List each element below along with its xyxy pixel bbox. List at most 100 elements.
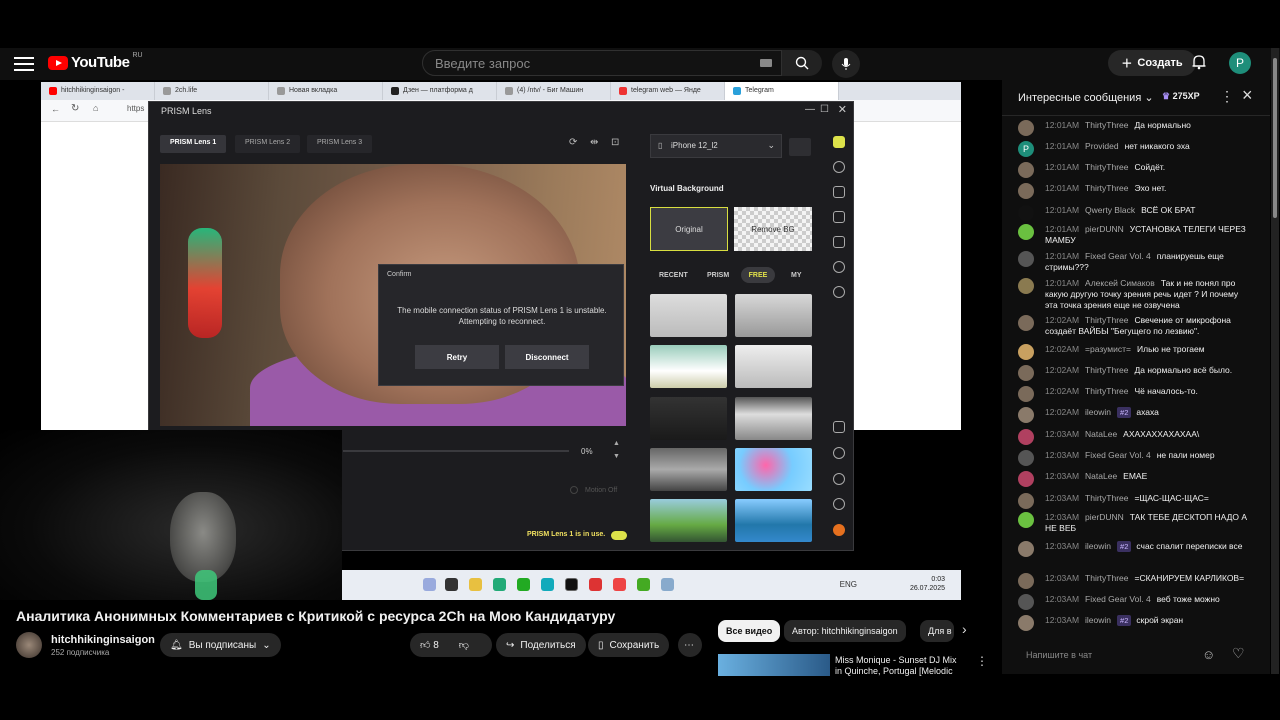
clock[interactable]: 0:03 26.07.2025	[910, 575, 945, 593]
message-author[interactable]: Qwerty Black	[1085, 205, 1135, 215]
voice-search-button[interactable]	[832, 50, 860, 78]
keyboard-icon[interactable]	[760, 59, 772, 67]
heart-icon[interactable]: ♡	[1232, 645, 1245, 662]
bg-remove-option[interactable]: Remove BG	[734, 207, 812, 251]
message-author[interactable]: ThirtyThree	[1085, 162, 1128, 172]
chat-message[interactable]: 12:01AM ThirtyThree Да нормально	[1018, 120, 1250, 136]
chat-message[interactable]: 12:01AM ThirtyThree Эхо нет.	[1018, 183, 1250, 199]
alert-icon[interactable]	[833, 447, 845, 459]
chat-message[interactable]: 12:01AM ThirtyThree Сойдёт.	[1018, 162, 1250, 178]
youtube-logo[interactable]: YouTube RU	[48, 52, 143, 71]
link-icon[interactable]	[833, 421, 845, 433]
edge-icon[interactable]	[541, 578, 554, 591]
chrome-icon[interactable]	[613, 578, 626, 591]
language-indicator[interactable]: ENG	[840, 580, 857, 589]
focus-icon[interactable]: ⊡	[611, 137, 619, 148]
close-button[interactable]: ✕	[838, 103, 847, 116]
browser-tab[interactable]: telegram web — Янде	[611, 82, 725, 100]
message-author[interactable]: ThirtyThree	[1085, 315, 1128, 325]
channel-name[interactable]: hitchhikinginsaigon	[51, 634, 155, 646]
message-author[interactable]: pierDUNN	[1085, 512, 1124, 522]
close-icon[interactable]: ×	[1242, 85, 1253, 106]
chat-message[interactable]: 12:03AM Fixed Gear Vol. 4 веб тоже можно	[1018, 594, 1250, 610]
more-actions-button[interactable]: ⋯	[678, 633, 702, 657]
browser-tab[interactable]: Дзен — платформа д	[383, 82, 497, 100]
filter-author[interactable]: Автор: hitchhikinginsaigon	[784, 620, 906, 642]
menu-button[interactable]	[14, 54, 34, 74]
recommended-thumbnail[interactable]	[718, 654, 830, 676]
message-author[interactable]: =разумист=	[1085, 344, 1131, 354]
tab-prism-lens-3[interactable]: PRISM Lens 3	[307, 135, 373, 153]
chat-message[interactable]: 12:02AM ThirtyThree Да нормально всё было.	[1018, 365, 1250, 381]
chat-message[interactable]: 12:03AM ThirtyThree =СКАНИРУЕМ КАРЛИКОВ=	[1018, 573, 1250, 589]
message-author[interactable]: ileowin	[1085, 541, 1111, 551]
bg-thumbnail[interactable]	[735, 397, 812, 440]
filter-all-videos[interactable]: Все видео	[718, 620, 781, 642]
stepper-up-icon[interactable]: ▲	[613, 440, 620, 447]
bg-thumbnail[interactable]	[650, 294, 727, 337]
gear-icon[interactable]	[833, 498, 845, 510]
category-prism[interactable]: PRISM	[707, 272, 729, 279]
chevron-right-icon[interactable]: ›	[962, 621, 967, 637]
category-my[interactable]: MY	[791, 272, 802, 279]
minimize-button[interactable]: —	[805, 104, 815, 115]
stepper-down-icon[interactable]: ▼	[613, 453, 620, 460]
user-avatar-icon[interactable]	[833, 524, 845, 536]
bg-thumbnail[interactable]	[735, 294, 812, 337]
help-icon[interactable]	[833, 473, 845, 485]
xbox-icon[interactable]	[517, 578, 530, 591]
create-button[interactable]: ＋ Создать	[1108, 50, 1196, 76]
message-author[interactable]: ThirtyThree	[1085, 183, 1128, 193]
video-player[interactable]: hitchhikinginsaigon - 2ch.life Новая вкла…	[0, 80, 1000, 600]
browser-tab[interactable]: Новая вкладка	[269, 82, 383, 100]
chat-message[interactable]: P 12:01AM Provided нет никакого эха	[1018, 141, 1250, 157]
in-use-toggle[interactable]	[611, 531, 627, 540]
folder-icon[interactable]	[469, 578, 482, 591]
save-button[interactable]: ▯ Сохранить	[588, 633, 670, 657]
device-select[interactable]: ▯ iPhone 12_l2 ⌄	[650, 134, 782, 158]
message-author[interactable]: ThirtyThree	[1085, 365, 1128, 375]
notifications-button[interactable]	[1192, 54, 1206, 75]
chat-message[interactable]: 12:03AM NataLee АХАХАХХАХАХАА\	[1018, 429, 1250, 445]
camera-add-button[interactable]	[789, 138, 811, 156]
chat-message[interactable]: 12:03AM ThirtyThree =ЩАС-ЩАС-ЩАС=	[1018, 493, 1250, 509]
filter-icon[interactable]	[833, 261, 845, 273]
chat-message[interactable]: 12:03AM NataLee ЕМАЕ	[1018, 471, 1250, 487]
message-author[interactable]: NataLee	[1085, 429, 1117, 439]
message-author[interactable]: ThirtyThree	[1085, 120, 1128, 130]
dislike-icon[interactable]: 👎︎	[459, 639, 469, 651]
message-author[interactable]: Fixed Gear Vol. 4	[1085, 594, 1151, 604]
browser-tab[interactable]: (4) /ntv/ - Биг Машин	[497, 82, 611, 100]
chat-message[interactable]: 12:01AM Алексей Симаков Так и не понял про…	[1018, 278, 1250, 311]
filter-for-you[interactable]: Для в	[920, 620, 954, 642]
app-icon[interactable]	[423, 578, 436, 591]
search-input[interactable]: Введите запрос	[422, 50, 782, 76]
bg-thumbnail[interactable]	[650, 345, 727, 388]
message-author[interactable]: ileowin	[1085, 407, 1111, 417]
app-icon[interactable]	[661, 578, 674, 591]
browser-tab[interactable]: Telegram	[725, 82, 839, 100]
category-recent[interactable]: RECENT	[659, 272, 688, 279]
category-free[interactable]: FREE	[741, 267, 775, 283]
app-icon[interactable]	[589, 578, 602, 591]
emoji-icon[interactable]: ☺	[1202, 647, 1215, 662]
bg-thumbnail[interactable]	[650, 499, 727, 542]
browser-tab[interactable]: 2ch.life	[155, 82, 269, 100]
channel-avatar[interactable]	[16, 632, 42, 658]
message-author[interactable]: ileowin	[1085, 615, 1111, 625]
recommended-title[interactable]: Miss Monique - Sunset DJ Mix in Quinche,…	[835, 655, 965, 677]
message-author[interactable]: ThirtyThree	[1085, 493, 1128, 503]
chat-message[interactable]: 12:02AM ThirtyThree Свечение от микрофона …	[1018, 315, 1250, 337]
xp-badge[interactable]: ♛ 275XP	[1162, 91, 1200, 102]
bg-thumbnail[interactable]	[650, 448, 727, 491]
maximize-button[interactable]: ☐	[820, 104, 829, 115]
browser-tab[interactable]: hitchhikinginsaigon -	[41, 82, 155, 100]
app-icon[interactable]	[445, 578, 458, 591]
message-author[interactable]: Алексей Симаков	[1085, 278, 1155, 288]
tab-prism-lens-1[interactable]: PRISM Lens 1	[160, 135, 227, 153]
more-icon[interactable]	[833, 286, 845, 298]
chat-message[interactable]: 12:01AM Fixed Gear Vol. 4 планируешь еще с…	[1018, 251, 1250, 273]
prism-icon[interactable]	[565, 578, 578, 591]
chat-message[interactable]: 12:03AM Fixed Gear Vol. 4 не пали номер	[1018, 450, 1250, 466]
message-author[interactable]: ThirtyThree	[1085, 386, 1128, 396]
